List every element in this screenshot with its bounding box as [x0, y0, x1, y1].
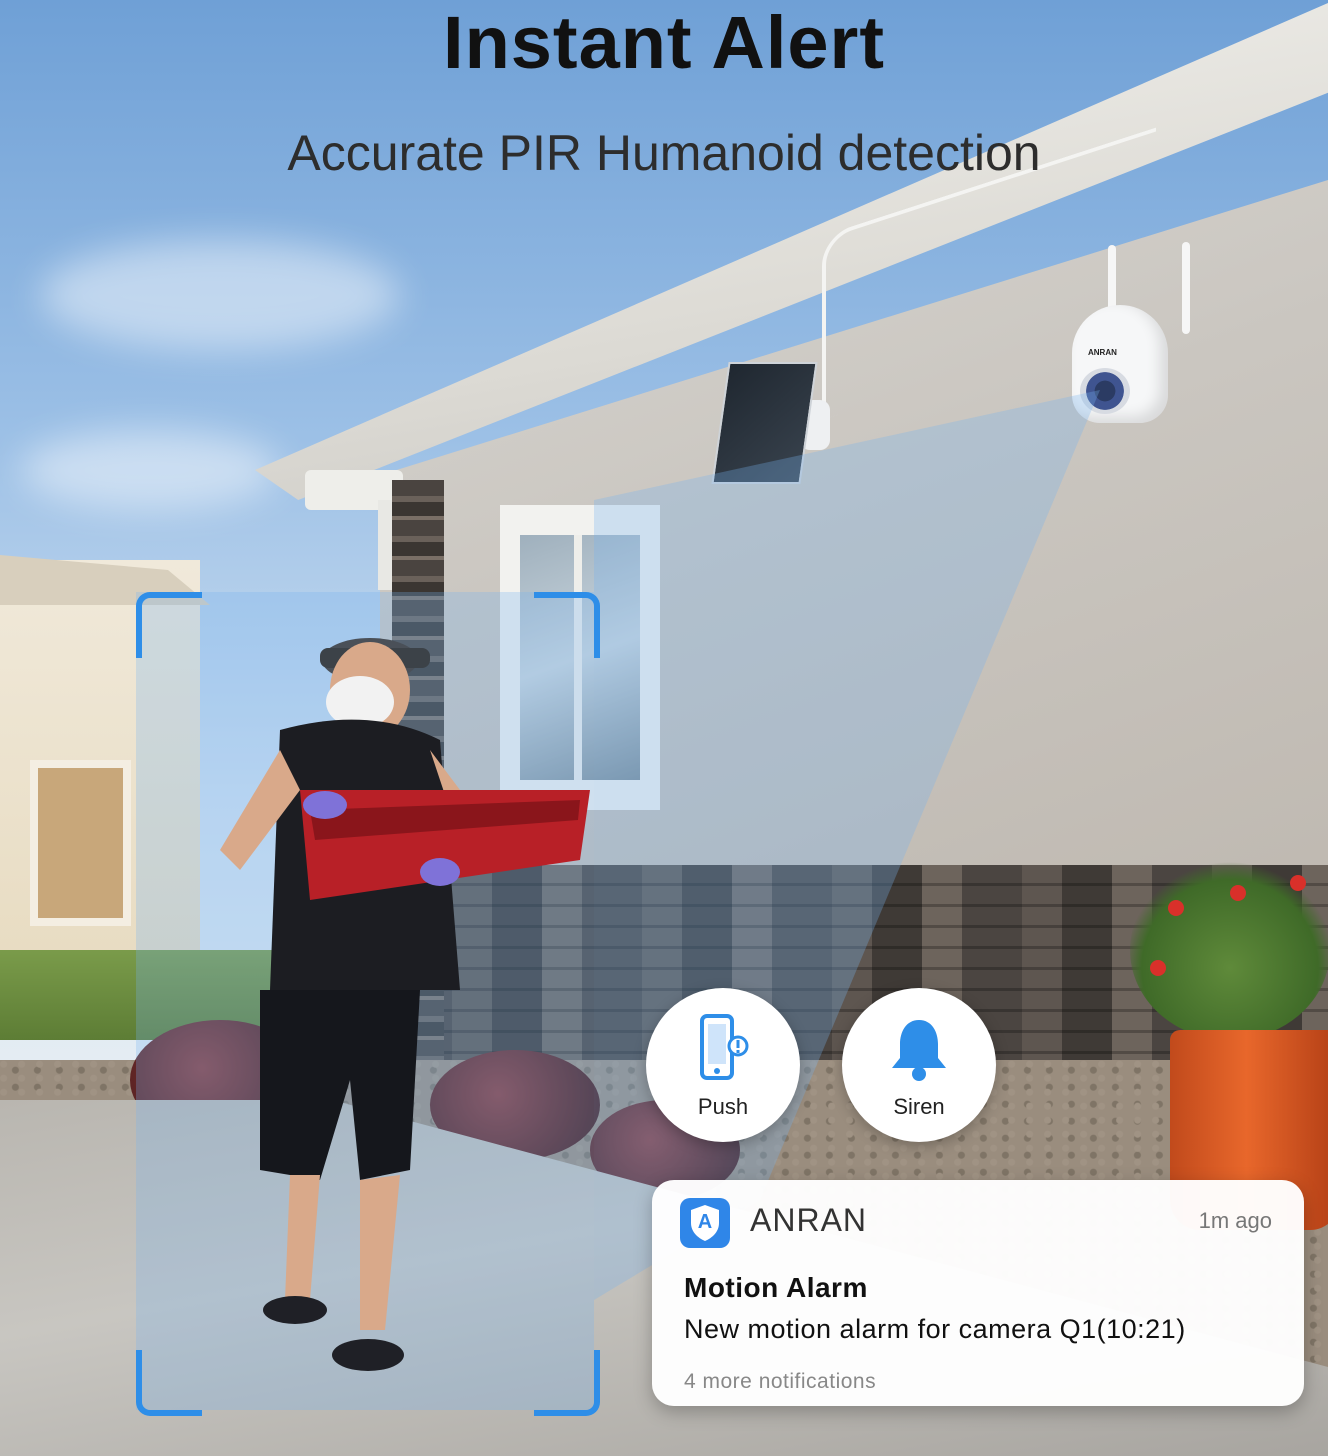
push-feature: Push	[646, 988, 800, 1142]
bell-icon	[892, 1020, 946, 1081]
notification-app-name: ANRAN	[750, 1202, 868, 1238]
app-icon-letter: A	[697, 1211, 713, 1233]
siren-label: Siren	[893, 1094, 945, 1119]
motion-alarm-notification[interactable]: A ANRAN 1m ago Motion Alarm New motion a…	[652, 1180, 1304, 1406]
camera-brand-label: ANRAN	[1088, 348, 1117, 357]
camera-antenna	[1182, 242, 1190, 334]
push-label: Push	[697, 1094, 749, 1119]
cloud	[20, 430, 280, 510]
delivery-person	[220, 638, 590, 1371]
solar-panel	[711, 362, 818, 484]
flower	[1150, 960, 1166, 976]
notification-time: 1m ago	[1198, 1208, 1272, 1233]
notification-title: Motion Alarm	[684, 1272, 868, 1303]
smartphone-alert-icon	[700, 1014, 749, 1080]
more-notifications-link[interactable]: 4 more notifications	[684, 1370, 876, 1394]
detection-corner-bottom-left	[136, 1350, 202, 1416]
flower	[1290, 875, 1306, 891]
page-title: Instant Alert	[443, 1, 885, 84]
neighbor-door	[30, 760, 131, 926]
page-subtitle: Accurate PIR Humanoid detection	[287, 125, 1041, 181]
flower	[1168, 900, 1184, 916]
detection-corner-top-left	[136, 592, 202, 658]
cloud	[40, 240, 400, 350]
flower	[1230, 885, 1246, 901]
notification-body: New motion alarm for camera Q1(10:21)	[684, 1314, 1186, 1344]
camera-lens	[1080, 368, 1130, 414]
anran-app-icon: A	[680, 1198, 730, 1248]
siren-feature: Siren	[842, 988, 996, 1142]
